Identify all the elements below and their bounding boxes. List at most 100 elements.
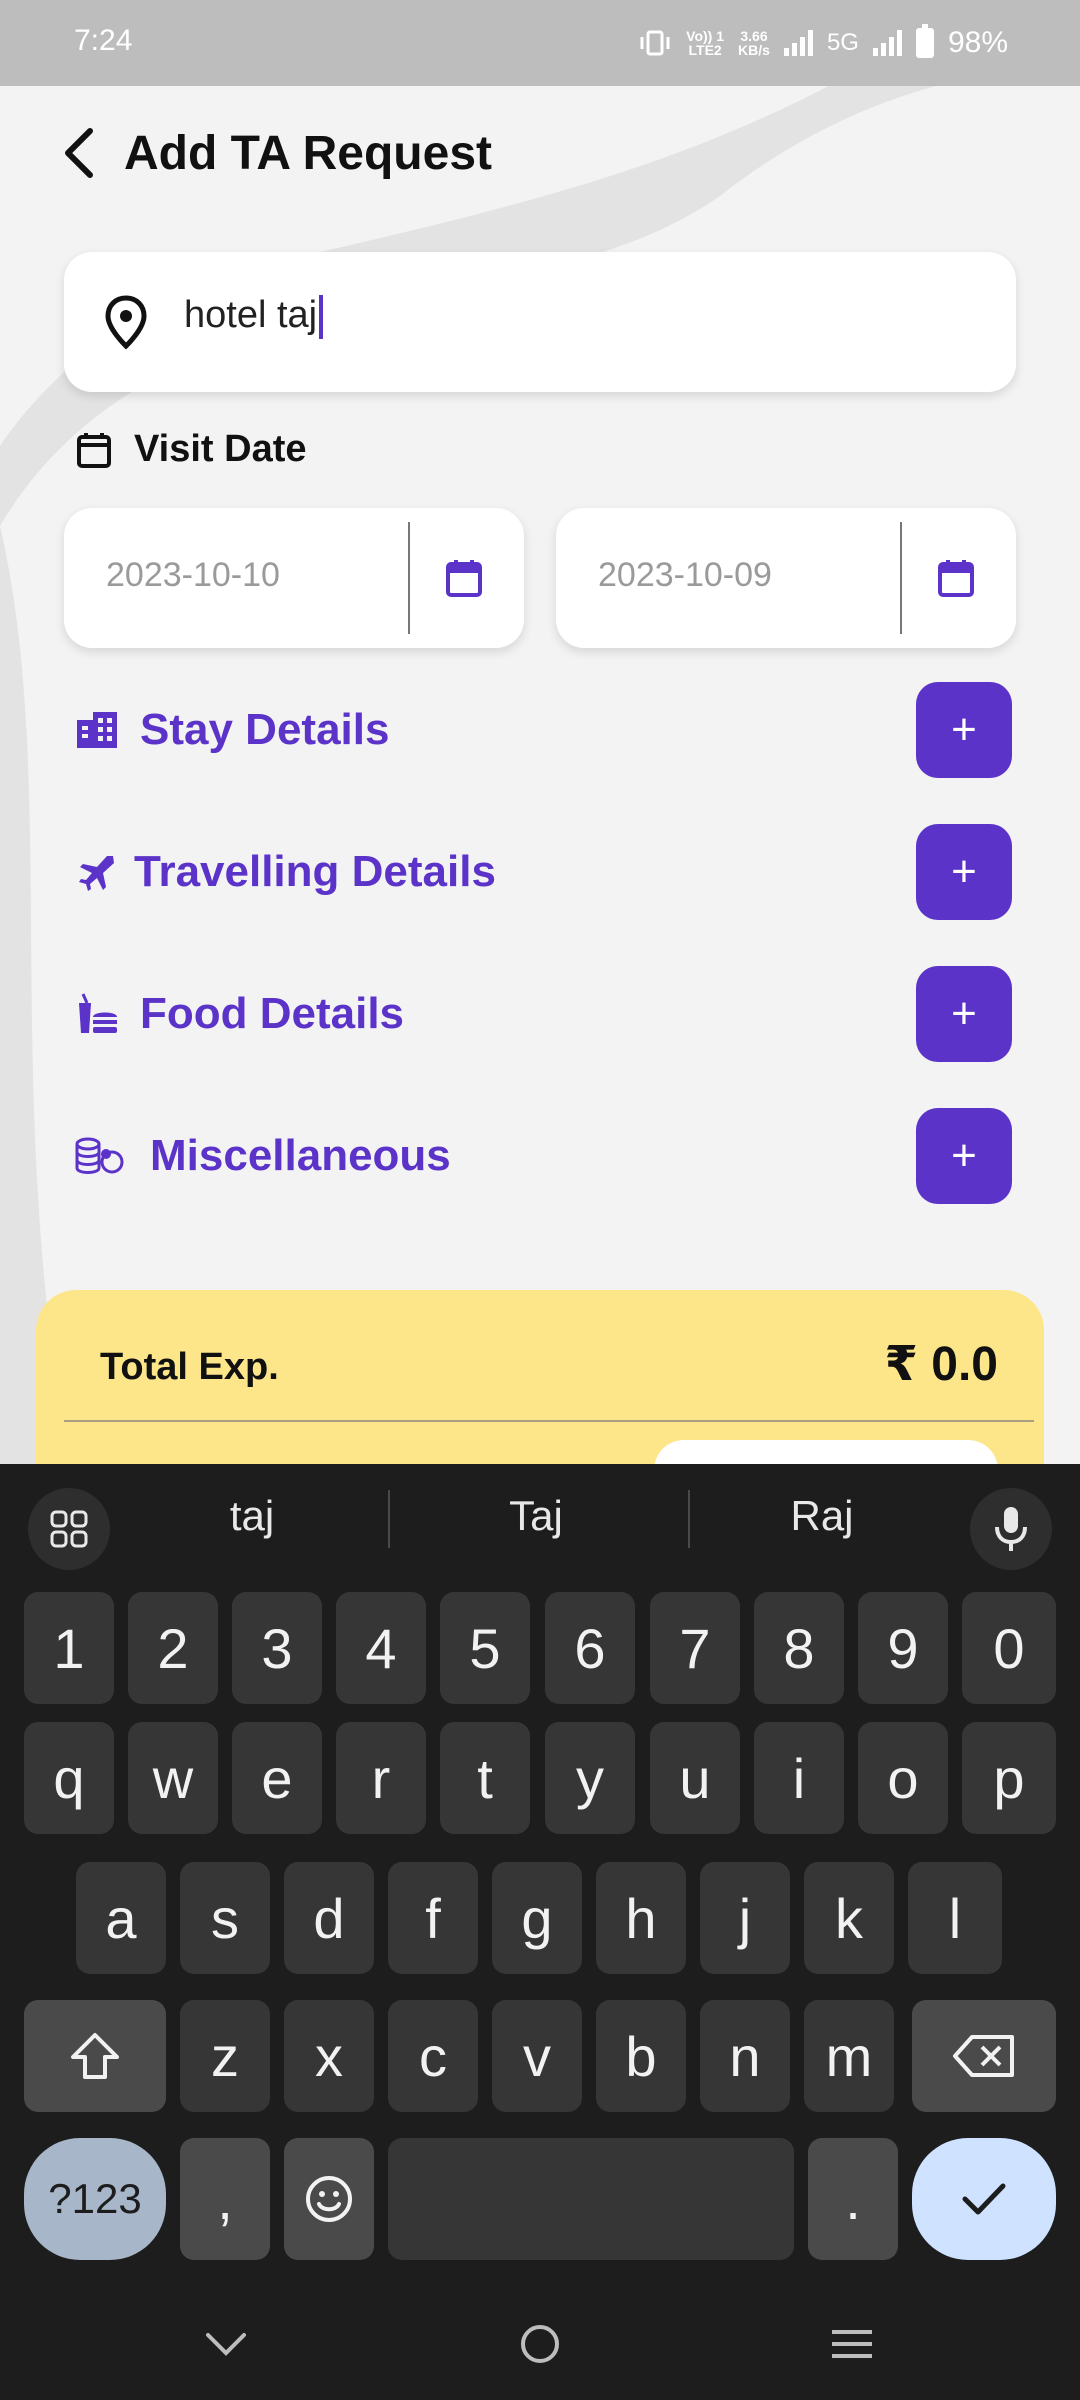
key-7[interactable]: 7 [650,1592,740,1704]
key-w[interactable]: w [128,1722,218,1834]
key-m[interactable]: m [804,2000,894,2112]
calendar-icon [77,432,111,468]
chevron-left-icon [65,128,93,178]
suggestion-1[interactable]: taj [112,1492,392,1540]
key-g[interactable]: g [492,1862,582,1974]
divider [64,1420,1034,1422]
location-search-input[interactable]: hotel taj [184,294,324,339]
battery-icon [915,24,934,58]
from-date-field[interactable]: 2023-10-10 [64,508,524,648]
total-expense-card: Total Exp. ₹ 0.0 [36,1290,1044,1500]
space-key[interactable] [388,2138,794,2260]
key-k[interactable]: k [804,1862,894,1974]
emoji-icon [306,2176,352,2222]
recents-button[interactable] [822,2314,882,2374]
key-y[interactable]: y [545,1722,635,1834]
key-r[interactable]: r [336,1722,426,1834]
add-food-details-button[interactable]: + [916,966,1012,1062]
key-0[interactable]: 0 [962,1592,1056,1704]
key-f[interactable]: f [388,1862,478,1974]
signal-icon [783,30,813,56]
battery-percent: 98% [947,26,1008,59]
coins-icon [72,1131,128,1181]
emoji-key[interactable] [284,2138,374,2260]
network-indicator: Vo)) 1 LTE2 [686,29,724,57]
to-date-value: 2023-10-09 [598,556,772,594]
symbols-key[interactable]: ?123 [24,2138,166,2260]
section-label: Food Details [140,989,405,1038]
plus-icon: + [951,989,977,1038]
from-date-value: 2023-10-10 [106,556,280,594]
key-j[interactable]: j [700,1862,790,1974]
navigation-bar [0,2280,1080,2400]
key-t[interactable]: t [440,1722,530,1834]
to-date-field[interactable]: 2023-10-09 [556,508,1016,648]
hide-keyboard-button[interactable] [196,2314,256,2374]
key-x[interactable]: x [284,2000,374,2112]
key-2[interactable]: 2 [128,1592,218,1704]
status-icons: Vo)) 1 LTE2 3.66 KB/s 5G 98% [638,20,1008,66]
key-8[interactable]: 8 [754,1592,844,1704]
add-travelling-details-button[interactable]: + [916,824,1012,920]
done-key[interactable] [912,2138,1056,2260]
backspace-key[interactable] [912,2000,1056,2112]
section-travelling-details: Travelling Details + [72,824,1012,920]
status-time: 7:24 [74,24,133,57]
suggestion-3[interactable]: Raj [682,1492,962,1540]
key-u[interactable]: u [650,1722,740,1834]
key-p[interactable]: p [962,1722,1056,1834]
key-i[interactable]: i [754,1722,844,1834]
plus-icon: + [951,705,977,754]
microphone-icon [995,1507,1027,1551]
keyboard-menu-button[interactable] [28,1488,110,1570]
key-b[interactable]: b [596,2000,686,2112]
key-a[interactable]: a [76,1862,166,1974]
key-9[interactable]: 9 [858,1592,948,1704]
text-cursor [319,294,324,339]
key-d[interactable]: d [284,1862,374,1974]
back-button[interactable] [60,118,110,188]
menu-lines-icon [832,2330,872,2358]
key-o[interactable]: o [858,1722,948,1834]
plus-icon: + [951,847,977,896]
key-s[interactable]: s [180,1862,270,1974]
key-l[interactable]: l [908,1862,1002,1974]
voice-input-button[interactable] [970,1488,1052,1570]
key-6[interactable]: 6 [545,1592,635,1704]
vibrate-icon [640,30,670,56]
section-label: Travelling Details [134,847,496,896]
section-food-details: Food Details + [72,966,1012,1062]
key-h[interactable]: h [596,1862,686,1974]
key-1[interactable]: 1 [24,1592,114,1704]
add-stay-details-button[interactable]: + [916,682,1012,778]
calendar-icon [938,560,974,597]
page-title: Add TA Request [124,126,492,180]
key-e[interactable]: e [232,1722,322,1834]
key-v[interactable]: v [492,2000,582,2112]
home-circle-icon [521,2325,559,2363]
suggestion-divider [388,1490,390,1548]
period-key[interactable]: . [808,2138,898,2260]
to-date-picker-button[interactable] [926,548,986,608]
add-miscellaneous-button[interactable]: + [916,1108,1012,1204]
location-search-card[interactable]: hotel taj [64,252,1016,392]
network-type: 5G [826,29,859,56]
comma-key[interactable]: , [180,2138,270,2260]
key-z[interactable]: z [180,2000,270,2112]
key-c[interactable]: c [388,2000,478,2112]
visit-date-heading: Visit Date [76,428,306,471]
shift-arrow-icon [71,2033,119,2079]
key-n[interactable]: n [700,2000,790,2112]
key-4[interactable]: 4 [336,1592,426,1704]
suggestion-2[interactable]: Taj [396,1492,676,1540]
key-3[interactable]: 3 [232,1592,322,1704]
shift-key[interactable] [24,2000,166,2112]
key-5[interactable]: 5 [440,1592,530,1704]
key-q[interactable]: q [24,1722,114,1834]
airplane-icon [72,847,122,897]
hotel-icon [72,705,122,755]
home-button[interactable] [510,2314,570,2374]
network-top: Vo)) 1 [686,28,725,44]
data-speed: 3.66 KB/s [738,29,770,57]
from-date-picker-button[interactable] [434,548,494,608]
